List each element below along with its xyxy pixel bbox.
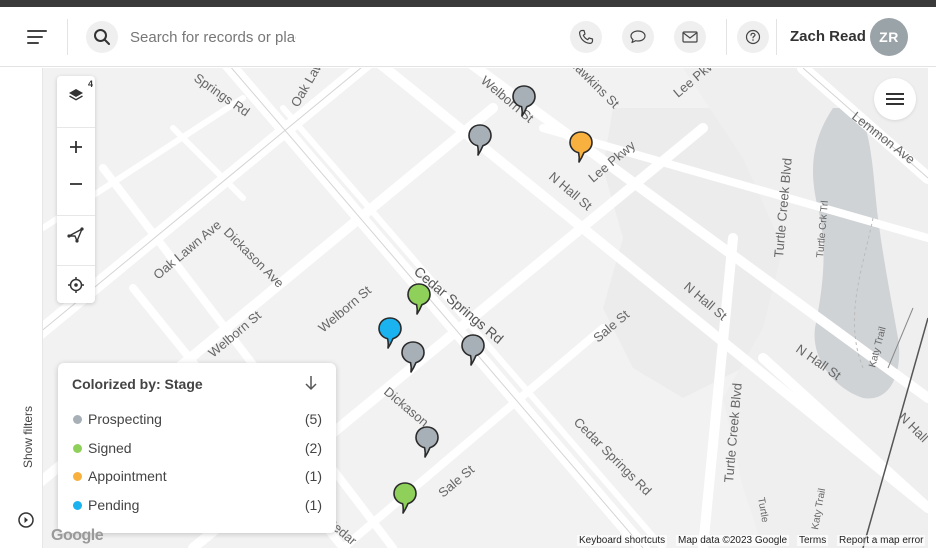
map-canvas[interactable]: Springs Rd Oak Law Welborn St Hawkins St… — [43, 68, 928, 548]
header-divider — [726, 19, 727, 55]
draw-area-button[interactable] — [57, 215, 95, 253]
mail-icon — [682, 31, 698, 43]
header-divider — [776, 19, 777, 55]
map-controls: 4 — [57, 76, 95, 303]
phone-button[interactable] — [570, 21, 602, 53]
locate-icon — [68, 276, 84, 293]
search-bar — [86, 21, 416, 53]
map-menu-icon — [886, 93, 904, 105]
map-menu-button[interactable] — [874, 78, 916, 120]
legend-label: Appointment — [88, 468, 167, 484]
my-location-button[interactable] — [57, 265, 95, 303]
legend-label: Signed — [88, 440, 132, 456]
stage-legend: Colorized by: Stage Prospecting (5) Sign… — [58, 363, 336, 533]
legend-swatch — [73, 501, 82, 510]
legend-item-signed[interactable]: Signed (2) — [72, 438, 322, 458]
map-data-attribution: Map data ©2023 Google — [676, 535, 790, 546]
layer-count-badge: 4 — [87, 79, 93, 89]
zoom-out-button[interactable] — [57, 165, 95, 203]
map-pin-appointment[interactable] — [568, 130, 594, 164]
legend-swatch — [73, 472, 82, 481]
legend-item-appointment[interactable]: Appointment (1) — [72, 466, 322, 486]
map-pin-signed[interactable] — [406, 282, 432, 316]
layers-button[interactable]: 4 — [57, 76, 95, 114]
map-pin-prospecting[interactable] — [414, 425, 440, 459]
main-menu-button[interactable] — [20, 23, 54, 51]
filter-circle-icon[interactable] — [17, 511, 35, 529]
legend-swatch — [73, 415, 82, 424]
filters-rail[interactable]: Show filters — [7, 68, 43, 548]
layers-icon — [69, 89, 83, 101]
search-input[interactable] — [130, 25, 296, 49]
app-header: Zach Read ZR — [0, 7, 936, 67]
terms-link[interactable]: Terms — [797, 535, 829, 546]
legend-item-pending[interactable]: Pending (1) — [72, 495, 322, 515]
legend-label: Pending — [88, 497, 140, 513]
sort-down-icon[interactable] — [304, 375, 318, 391]
search-icon — [94, 29, 110, 45]
map-pin-signed[interactable] — [392, 481, 418, 515]
search-button[interactable] — [86, 21, 118, 53]
legend-count: (5) — [304, 411, 322, 427]
show-filters-label[interactable]: Show filters — [21, 406, 35, 468]
help-icon — [745, 29, 761, 45]
zoom-in-button[interactable] — [57, 127, 95, 165]
help-button[interactable] — [737, 21, 769, 53]
map-pin-prospecting[interactable] — [460, 333, 486, 367]
messages-button[interactable] — [622, 21, 654, 53]
legend-swatch — [73, 444, 82, 453]
chat-icon — [630, 30, 646, 44]
phone-icon — [579, 29, 594, 44]
map-pin-prospecting[interactable] — [400, 340, 426, 374]
google-logo: Google — [51, 527, 104, 544]
draw-polygon-icon — [67, 226, 84, 243]
header-divider — [67, 19, 68, 55]
minus-icon — [70, 183, 82, 185]
legend-count: (1) — [304, 468, 322, 484]
keyboard-shortcuts-link[interactable]: Keyboard shortcuts — [577, 535, 668, 546]
legend-count: (1) — [304, 497, 322, 513]
legend-title: Colorized by: Stage — [72, 376, 203, 392]
legend-item-prospecting[interactable]: Prospecting (5) — [72, 409, 322, 429]
user-name[interactable]: Zach Read — [790, 28, 866, 45]
plus-icon — [70, 140, 82, 153]
email-button[interactable] — [674, 21, 706, 53]
legend-count: (2) — [304, 440, 322, 456]
map-pin-prospecting[interactable] — [511, 84, 537, 118]
report-map-error-link[interactable]: Report a map error — [837, 535, 926, 546]
legend-label: Prospecting — [88, 411, 162, 427]
map-pin-prospecting[interactable] — [467, 123, 493, 157]
top-strip — [0, 0, 936, 7]
menu-icon — [27, 30, 47, 44]
avatar[interactable]: ZR — [870, 18, 908, 56]
